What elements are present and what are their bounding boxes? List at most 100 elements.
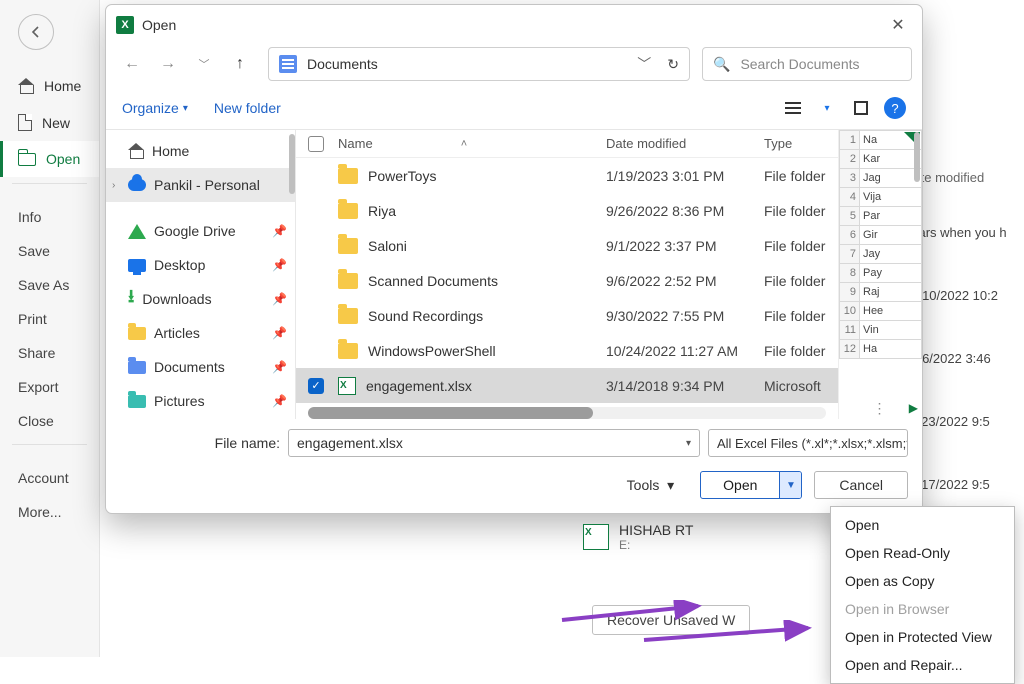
search-input[interactable]: 🔍 Search Documents: [702, 47, 912, 81]
breadcrumb-current[interactable]: Documents: [307, 56, 378, 72]
rail-label: Home: [44, 78, 81, 94]
recent-file-item[interactable]: HISHAB RT E:: [583, 522, 693, 552]
tree-item-gdrive[interactable]: Google Drive📌: [106, 214, 295, 248]
pin-icon[interactable]: 📌: [272, 394, 287, 408]
nav-back-button[interactable]: ←: [116, 48, 148, 80]
rail-item-print[interactable]: Print: [18, 302, 99, 336]
col-header-date[interactable]: Date modified: [606, 136, 764, 151]
rail-item-home[interactable]: Home: [0, 68, 99, 104]
open-menu-item[interactable]: Open Read-Only: [831, 539, 1014, 567]
pin-icon[interactable]: 📌: [272, 224, 287, 238]
recent-file-path: E:: [619, 538, 693, 552]
search-icon: 🔍: [713, 56, 730, 73]
open-menu-item[interactable]: Open as Copy: [831, 567, 1014, 595]
tree-label: Articles: [154, 325, 200, 341]
file-name: WindowsPowerShell: [368, 343, 496, 359]
back-button[interactable]: [18, 14, 54, 50]
open-menu-item[interactable]: Open and Repair...: [831, 651, 1014, 679]
refresh-button[interactable]: ↻: [657, 56, 679, 73]
open-dropdown-button[interactable]: ▼: [779, 472, 801, 498]
expander-icon[interactable]: ›: [112, 180, 115, 191]
tree-item-home[interactable]: Home: [106, 134, 295, 168]
file-date: 3/14/2018 9:34 PM: [606, 378, 764, 394]
preview-next-icon[interactable]: ▶: [909, 401, 918, 415]
open-menu-item[interactable]: Open: [831, 511, 1014, 539]
view-dropdown-button[interactable]: ▾: [814, 95, 840, 121]
backstage-rail: Home New Open Info Save Save As Print Sh…: [0, 0, 100, 657]
open-folder-icon: [18, 153, 36, 166]
tree-item-desktop[interactable]: Desktop 📌: [106, 248, 295, 282]
chevron-down-icon[interactable]: ▾: [686, 438, 691, 449]
rail-label: New: [42, 115, 70, 131]
pin-icon[interactable]: 📌: [272, 258, 287, 272]
tree-label: Desktop: [154, 257, 205, 273]
cancel-button[interactable]: Cancel: [814, 471, 908, 499]
open-button[interactable]: Open: [701, 472, 779, 498]
nav-up-button[interactable]: ↑: [224, 48, 256, 80]
preview-ellipsis-icon[interactable]: ⋮: [873, 400, 889, 417]
rail-item-account[interactable]: Account: [18, 461, 99, 495]
organize-button[interactable]: Organize ▾: [122, 100, 188, 116]
rail-item-more[interactable]: More...: [18, 495, 99, 529]
new-doc-icon: [18, 114, 32, 131]
file-filter-select[interactable]: All Excel Files (*.xl*;*.xlsx;*.xlsm; ▾: [708, 429, 908, 457]
folder-icon: [338, 238, 358, 254]
new-folder-button[interactable]: New folder: [214, 100, 281, 116]
select-all-checkbox[interactable]: [308, 136, 324, 152]
preview-pane-button[interactable]: [848, 95, 874, 121]
view-list-button[interactable]: [780, 95, 806, 121]
rail-item-saveas[interactable]: Save As: [18, 268, 99, 302]
horizontal-scrollbar[interactable]: [308, 407, 826, 419]
desktop-icon: [128, 259, 146, 272]
rail-item-export[interactable]: Export: [18, 370, 99, 404]
rail-item-info[interactable]: Info: [18, 200, 99, 234]
file-row[interactable]: Sound Recordings9/30/2022 7:55 PMFile fo…: [296, 298, 838, 333]
tree-item-downloads[interactable]: ⭳Downloads📌: [106, 282, 295, 316]
open-menu-item[interactable]: Open in Protected View: [831, 623, 1014, 651]
file-row[interactable]: Scanned Documents9/6/2022 2:52 PMFile fo…: [296, 263, 838, 298]
tree-item-personal[interactable]: › Pankil - Personal: [106, 168, 295, 202]
rail-item-save[interactable]: Save: [18, 234, 99, 268]
folder-icon: [338, 308, 358, 324]
file-row[interactable]: ✓engagement.xlsx3/14/2018 9:34 PMMicroso…: [296, 368, 838, 403]
open-split-button: Open ▼: [700, 471, 802, 499]
tree-item-articles[interactable]: Articles 📌: [106, 316, 295, 350]
excel-file-icon: [583, 524, 609, 550]
chevron-down-icon[interactable]: ﹀: [631, 54, 657, 74]
tree-scrollbar[interactable]: [289, 134, 295, 194]
tree-item-pictures[interactable]: Pictures📌: [106, 384, 295, 418]
open-dropdown-menu: OpenOpen Read-OnlyOpen as CopyOpen in Br…: [830, 506, 1015, 684]
help-button[interactable]: ?: [884, 97, 906, 119]
col-header-name[interactable]: Name ˄: [338, 136, 606, 151]
rail-item-open[interactable]: Open: [0, 141, 99, 177]
file-type: Microsoft: [764, 378, 838, 394]
preview-pane-icon: [854, 101, 868, 115]
rail-item-share[interactable]: Share: [18, 336, 99, 370]
tree-item-documents[interactable]: Documents📌: [106, 350, 295, 384]
file-row[interactable]: PowerToys1/19/2023 3:01 PMFile folder: [296, 158, 838, 193]
row-checkbox[interactable]: ✓: [308, 378, 324, 394]
pin-icon[interactable]: 📌: [272, 292, 287, 306]
rail-item-close[interactable]: Close: [18, 404, 99, 438]
rail-item-new[interactable]: New: [0, 104, 99, 141]
file-row[interactable]: Riya9/26/2022 8:36 PMFile folder: [296, 193, 838, 228]
nav-tree[interactable]: Home › Pankil - Personal Google Drive📌 De…: [106, 130, 296, 419]
tools-button[interactable]: Tools ▾: [627, 477, 675, 494]
col-header-type[interactable]: Type: [764, 136, 838, 151]
address-bar[interactable]: Documents ﹀ ↻: [268, 47, 690, 81]
close-button[interactable]: ✕: [884, 11, 912, 39]
list-view-icon: [785, 107, 801, 109]
folder-icon: [338, 273, 358, 289]
chevron-down-icon: ▾: [183, 103, 188, 114]
filename-input[interactable]: engagement.xlsx ▾: [288, 429, 700, 457]
search-placeholder: Search Documents: [740, 56, 859, 72]
nav-recent-button[interactable]: ﹀: [188, 48, 220, 80]
tree-label: Pankil - Personal: [154, 177, 260, 193]
file-row[interactable]: Saloni9/1/2022 3:37 PMFile folder: [296, 228, 838, 263]
file-row[interactable]: WindowsPowerShell10/24/2022 11:27 AMFile…: [296, 333, 838, 368]
pin-icon[interactable]: 📌: [272, 360, 287, 374]
file-list[interactable]: Name ˄ Date modified Type PowerToys1/19/…: [296, 130, 838, 419]
preview-scrollbar[interactable]: [908, 132, 922, 397]
tree-label: Home: [152, 143, 189, 159]
pin-icon[interactable]: 📌: [272, 326, 287, 340]
